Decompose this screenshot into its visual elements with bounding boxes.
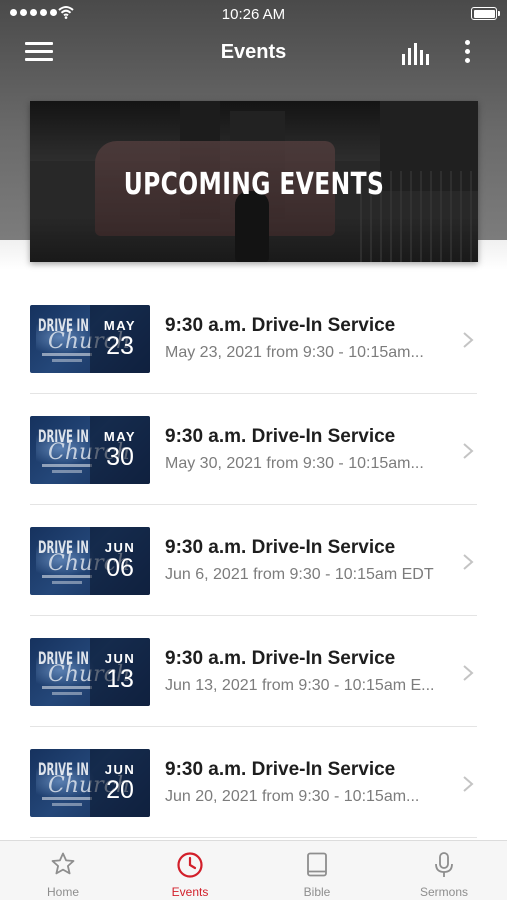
event-date-text: Jun 20, 2021 from 9:30 - 10:15am...	[165, 788, 420, 805]
event-title: 9:30 a.m. Drive-In Service	[165, 537, 396, 558]
event-date-badge: MAY 30	[90, 416, 150, 484]
chevron-right-icon	[463, 443, 474, 459]
bottom-tab-bar: Home Events Bible Sermons	[0, 840, 507, 900]
navigation-bar: Events	[0, 28, 507, 76]
event-day: 23	[106, 332, 134, 360]
event-month: JUN	[104, 651, 136, 666]
event-day: 13	[106, 665, 134, 693]
event-thumbnail: DRIVE IN Church MAY 30	[30, 416, 150, 484]
chevron-right-icon	[463, 665, 474, 681]
event-month: JUN	[104, 762, 136, 777]
event-title: 9:30 a.m. Drive-In Service	[165, 759, 396, 780]
tab-events[interactable]: Events	[127, 841, 253, 900]
row-divider	[30, 837, 477, 838]
tab-label: Events	[171, 885, 209, 899]
event-date-badge: JUN 06	[90, 527, 150, 595]
event-row[interactable]: DRIVE IN Church MAY 30 9:30 a.m. Drive-I…	[0, 394, 507, 505]
event-date-badge: JUN 13	[90, 638, 150, 706]
event-month: MAY	[103, 318, 137, 333]
event-date-text: May 30, 2021 from 9:30 - 10:15am...	[165, 455, 424, 472]
event-date-text: Jun 6, 2021 from 9:30 - 10:15am EDT	[165, 566, 434, 583]
status-time: 10:26 AM	[221, 6, 286, 23]
event-title: 9:30 a.m. Drive-In Service	[165, 315, 396, 336]
event-day: 30	[106, 443, 134, 471]
status-bar: 10:26 AM	[0, 0, 507, 28]
upcoming-events-banner: UPCOMING EVENTS	[30, 101, 478, 262]
event-date-text: Jun 13, 2021 from 9:30 - 10:15am E...	[165, 677, 435, 694]
event-day: 06	[106, 554, 134, 582]
event-row[interactable]: DRIVE IN Church MAY 23 9:30 a.m. Drive-I…	[0, 283, 507, 394]
chevron-right-icon	[463, 776, 474, 792]
chevron-right-icon	[463, 554, 474, 570]
audio-bars-icon[interactable]	[400, 41, 430, 65]
battery-icon	[471, 7, 500, 20]
event-row[interactable]: DRIVE IN Church JUN 20 9:30 a.m. Drive-I…	[0, 727, 507, 838]
event-thumbnail: DRIVE IN Church JUN 06	[30, 527, 150, 595]
event-row[interactable]: DRIVE IN Church JUN 06 9:30 a.m. Drive-I…	[0, 505, 507, 616]
event-thumbnail: DRIVE IN Church JUN 13	[30, 638, 150, 706]
tab-label: Sermons	[419, 885, 469, 899]
event-row[interactable]: DRIVE IN Church JUN 13 9:30 a.m. Drive-I…	[0, 616, 507, 727]
event-thumbnail: DRIVE IN Church MAY 23	[30, 305, 150, 373]
star-icon	[51, 852, 75, 875]
tab-home[interactable]: Home	[0, 841, 126, 900]
clock-icon	[177, 852, 203, 878]
event-date-badge: MAY 23	[90, 305, 150, 373]
event-title: 9:30 a.m. Drive-In Service	[165, 426, 396, 447]
event-date-badge: JUN 20	[90, 749, 150, 817]
book-icon	[307, 852, 327, 877]
banner-title: UPCOMING EVENTS	[123, 167, 385, 202]
tab-bible[interactable]: Bible	[254, 841, 380, 900]
event-day: 20	[106, 776, 134, 804]
event-month: MAY	[103, 429, 137, 444]
event-thumbnail: DRIVE IN Church JUN 20	[30, 749, 150, 817]
event-month: JUN	[104, 540, 136, 555]
tab-label: Home	[46, 885, 79, 899]
event-title: 9:30 a.m. Drive-In Service	[165, 648, 396, 669]
event-date-text: May 23, 2021 from 9:30 - 10:15am...	[165, 344, 424, 361]
microphone-icon	[435, 852, 453, 877]
tab-sermons[interactable]: Sermons	[381, 841, 507, 900]
page-title: Events	[220, 41, 287, 63]
more-options-icon[interactable]	[462, 38, 474, 66]
tab-label: Bible	[303, 885, 331, 899]
chevron-right-icon	[463, 332, 474, 348]
